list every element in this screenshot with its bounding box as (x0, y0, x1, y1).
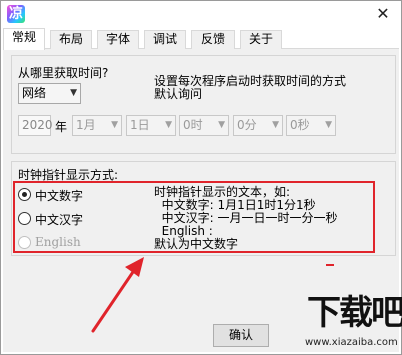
tab-general[interactable]: 常规 (3, 28, 45, 50)
arrow-icon (91, 257, 144, 333)
watermark-url: www.xiazaiba.com (305, 337, 398, 348)
watermark-logo: 下载吧 (307, 293, 402, 333)
watermark: 下载吧 www.xiazaiba.com (301, 291, 402, 355)
settings-window: 凉 ✕ 常规 布局 字体 调试 反馈 关于 从哪里获取时间? 网络 ▼ 设置每次… (0, 0, 402, 355)
